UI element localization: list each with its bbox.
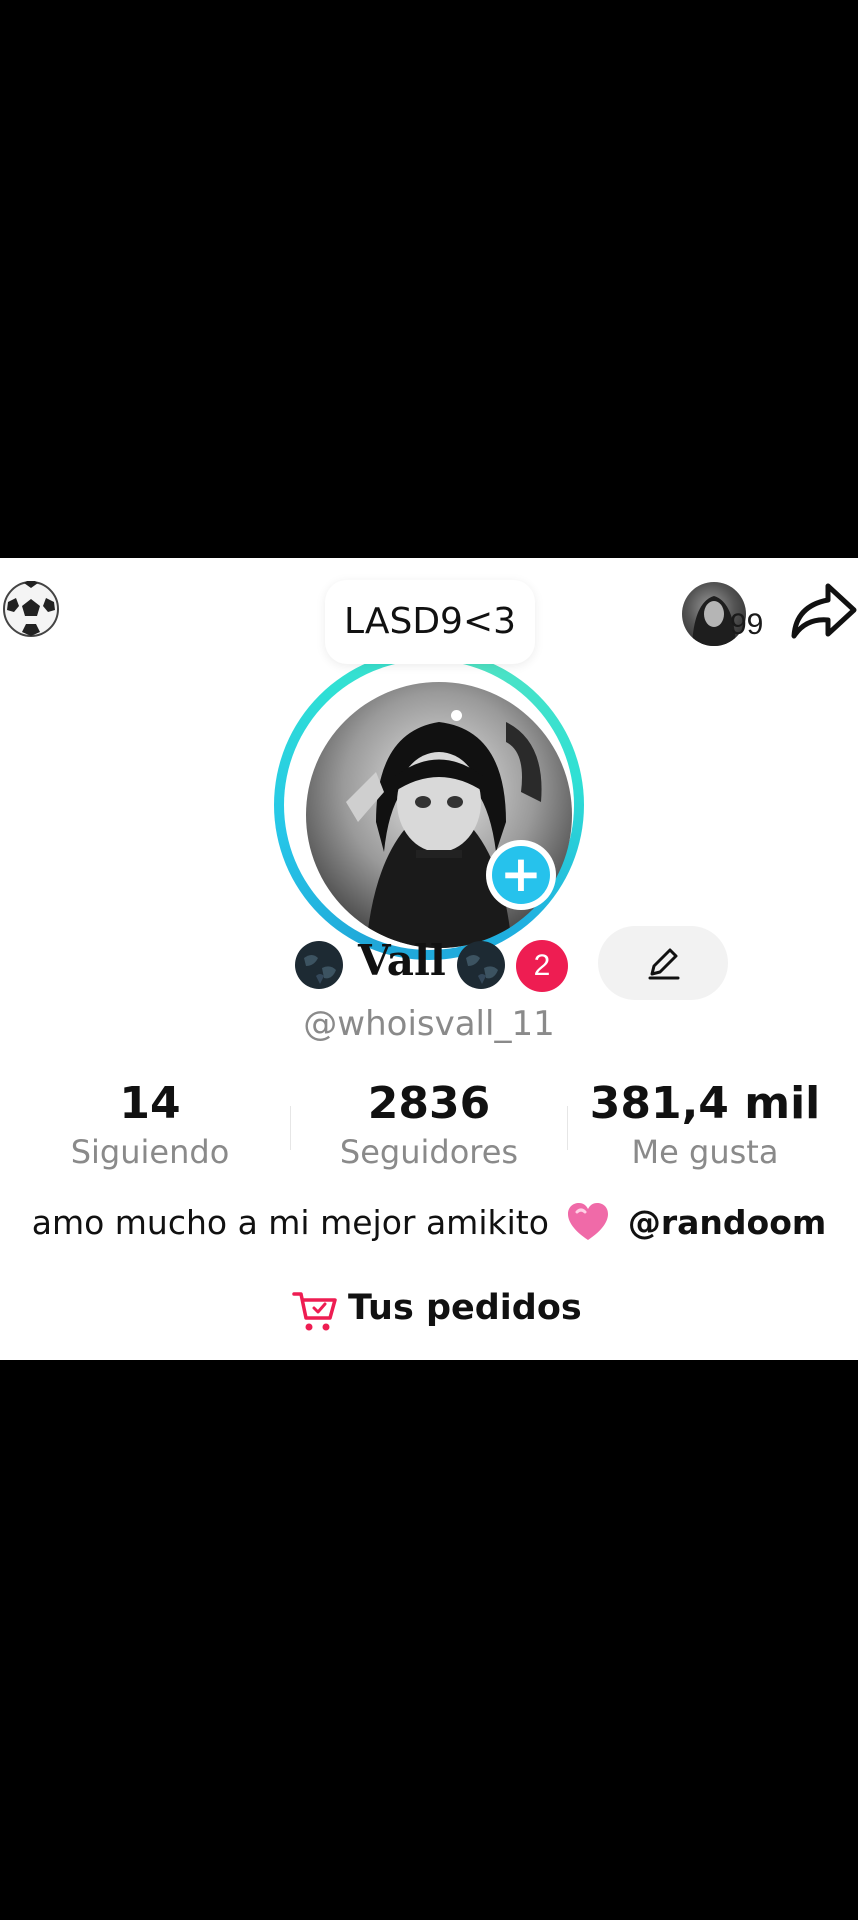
profile-stats: 14 Siguiendo 2836 Seguidores 381,4 mil M… [0,1078,858,1178]
stat-divider [290,1106,291,1150]
stat-followers[interactable]: 2836 Seguidores [299,1078,559,1174]
profile-bio: amo mucho a mi mejor amikito @randoom [0,1202,858,1242]
profile-panel: 99 LASD9<3 + Vall 2 @whoisvall_11 14 Sig… [0,558,858,1360]
stat-value: 381,4 mil [589,1078,821,1129]
stat-divider [567,1106,568,1150]
stat-value: 2836 [367,1078,491,1129]
bio-text: amo mucho a mi mejor amikito [31,1203,549,1242]
bio-mention-link[interactable]: @randoom [628,1203,826,1242]
top-right-actions: 99 [658,572,858,646]
stat-label: Me gusta [631,1133,779,1171]
globe-icon [295,941,343,989]
note-bubble[interactable]: LASD9<3 [325,580,535,664]
display-name: Vall [358,936,446,985]
note-bubble-tail [451,710,462,721]
soccer-ball-icon[interactable] [2,580,60,638]
visitor-count: 99 [730,608,764,641]
pencil-icon [648,948,680,980]
story-ring[interactable] [274,650,584,960]
globe-icon [457,941,505,989]
shopping-cart-icon [292,1292,337,1331]
edit-profile-button[interactable] [598,926,728,1000]
stat-label: Siguiendo [70,1133,230,1171]
share-arrow-icon[interactable] [788,580,858,642]
notification-badge[interactable]: 2 [516,940,568,992]
stat-likes[interactable]: 381,4 mil Me gusta [575,1078,835,1174]
add-story-button[interactable]: + [486,840,556,910]
pink-heart-icon [568,1203,609,1240]
stat-following[interactable]: 14 Siguiendo [20,1078,280,1174]
stat-label: Seguidores [339,1133,519,1171]
username-handle: @whoisvall_11 [303,1004,555,1044]
stat-value: 14 [119,1078,181,1129]
orders-label: Tus pedidos [348,1288,582,1328]
plus-icon: + [492,846,550,904]
